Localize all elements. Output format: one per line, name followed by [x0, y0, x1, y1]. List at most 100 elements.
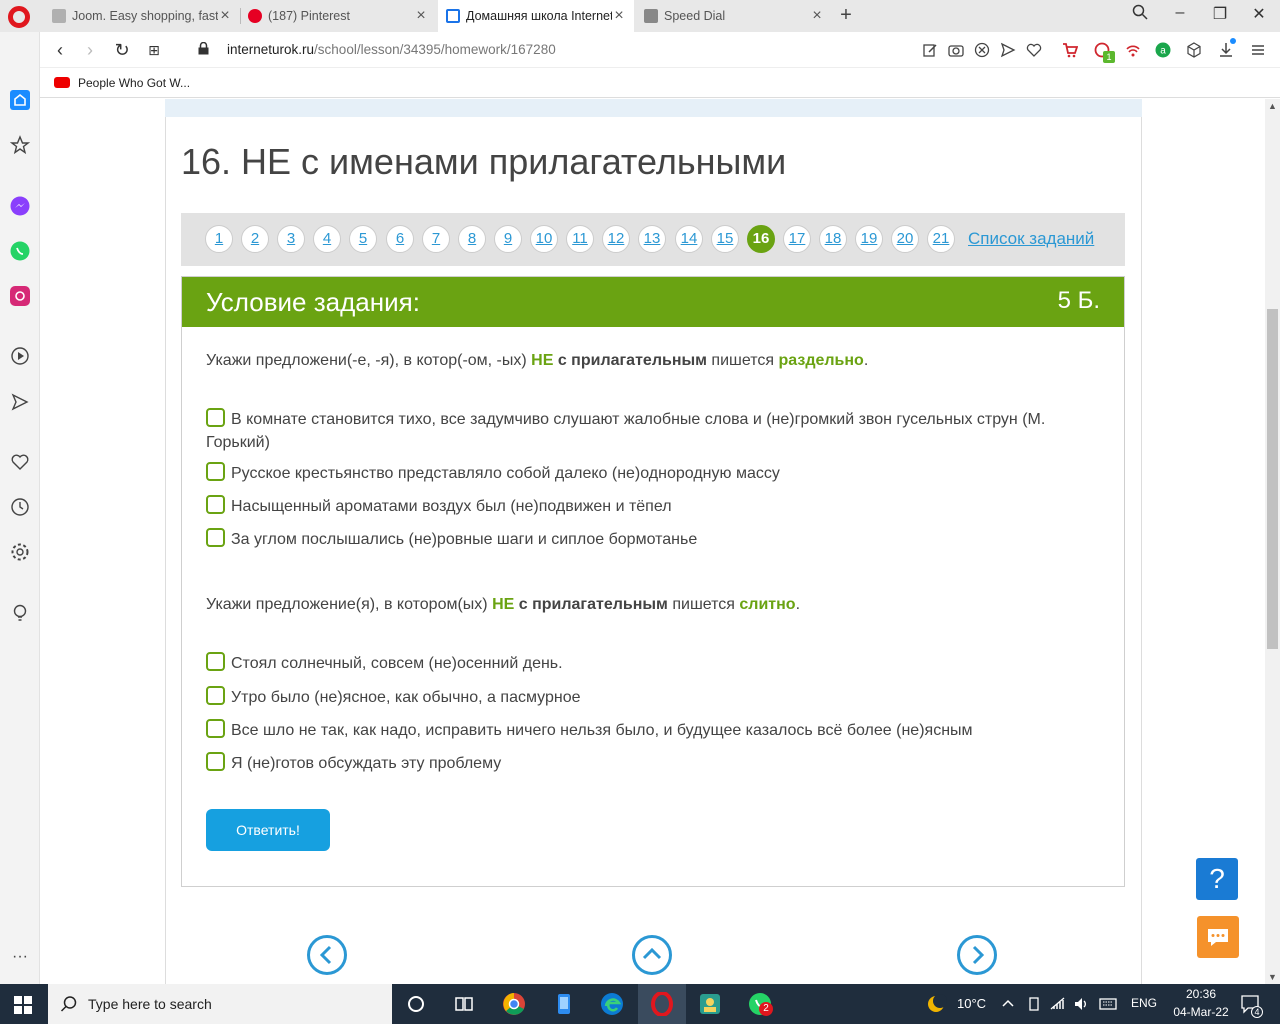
back-icon[interactable]: ‹: [50, 40, 70, 60]
opera-logo-icon[interactable]: [8, 6, 30, 28]
checkbox[interactable]: [206, 462, 225, 481]
history-icon[interactable]: [10, 497, 30, 517]
adblock-icon[interactable]: [974, 42, 990, 58]
tab-joom[interactable]: Joom. Easy shopping, fast a ×: [44, 0, 240, 32]
page-link[interactable]: 2: [241, 225, 269, 253]
close-tab-icon[interactable]: ×: [810, 7, 824, 25]
instagram-icon[interactable]: [10, 286, 30, 306]
chat-button[interactable]: [1197, 916, 1239, 958]
scroll-thumb[interactable]: [1267, 309, 1278, 649]
network-icon[interactable]: [1050, 996, 1066, 1012]
bookmark-item[interactable]: People Who Got W...: [78, 76, 190, 90]
page-link[interactable]: 11: [566, 225, 594, 253]
more-icon[interactable]: ···: [10, 949, 30, 972]
chrome-icon[interactable]: [502, 992, 526, 1016]
lock-icon[interactable]: [198, 42, 209, 55]
page-link[interactable]: 9: [494, 225, 522, 253]
chevron-up-icon[interactable]: [1000, 996, 1016, 1012]
prev-lesson-icon[interactable]: [307, 935, 347, 975]
page-link[interactable]: 18: [819, 225, 847, 253]
task-view-icon[interactable]: [452, 992, 476, 1016]
weather-temperature[interactable]: 10°C: [957, 996, 986, 1011]
heart-icon[interactable]: [10, 452, 30, 472]
edit-icon[interactable]: [922, 42, 938, 58]
q1-option-1[interactable]: В комнате становится тихо, все задумчиво…: [206, 408, 1106, 454]
whatsapp-icon[interactable]: [10, 241, 30, 261]
close-tab-icon[interactable]: ×: [612, 7, 626, 25]
page-link[interactable]: 3: [277, 225, 305, 253]
windows-start-icon[interactable]: [14, 996, 32, 1014]
page-link[interactable]: 1: [205, 225, 233, 253]
search-tabs-icon[interactable]: [1125, 4, 1155, 26]
checkbox[interactable]: [206, 408, 225, 427]
q1-option-4[interactable]: За углом послышались (не)ровные шаги и с…: [206, 528, 1106, 551]
help-button[interactable]: ?: [1196, 858, 1238, 900]
language-indicator[interactable]: ENG: [1131, 996, 1157, 1010]
next-lesson-icon[interactable]: [957, 935, 997, 975]
camera-icon[interactable]: [948, 42, 964, 58]
page-link[interactable]: 14: [675, 225, 703, 253]
page-link[interactable]: 15: [711, 225, 739, 253]
weather-moon-icon[interactable]: [925, 992, 949, 1016]
page-link[interactable]: 12: [602, 225, 630, 253]
scroll-top-icon[interactable]: [632, 935, 672, 975]
clock-date[interactable]: 04-Mar-22: [1172, 1005, 1230, 1019]
heart-icon[interactable]: [1026, 42, 1042, 58]
lightbulb-icon[interactable]: [10, 603, 30, 623]
clock-time[interactable]: 20:36: [1176, 987, 1226, 1001]
close-tab-icon[interactable]: ×: [414, 7, 428, 25]
page-link[interactable]: 8: [458, 225, 486, 253]
download-icon[interactable]: [1218, 42, 1234, 58]
page-link[interactable]: 4: [313, 225, 341, 253]
close-tab-icon[interactable]: ×: [218, 7, 232, 25]
page-link[interactable]: 13: [638, 225, 666, 253]
page-link[interactable]: 7: [422, 225, 450, 253]
file-manager-icon[interactable]: [552, 992, 576, 1016]
page-link[interactable]: 5: [349, 225, 377, 253]
minimize-button[interactable]: –: [1165, 4, 1195, 26]
page-link[interactable]: 17: [783, 225, 811, 253]
send-arrow-icon[interactable]: [10, 392, 30, 412]
checkbox[interactable]: [206, 495, 225, 514]
submit-answer-button[interactable]: Ответить!: [206, 809, 330, 851]
page-link[interactable]: 6: [386, 225, 414, 253]
forward-icon[interactable]: ›: [80, 40, 100, 60]
scroll-down-icon[interactable]: ▼: [1268, 972, 1277, 982]
page-link[interactable]: 19: [855, 225, 883, 253]
home-icon[interactable]: [10, 90, 30, 110]
checkbox[interactable]: [206, 528, 225, 547]
settings-gear-icon[interactable]: [10, 542, 30, 562]
volume-icon[interactable]: [1073, 996, 1089, 1012]
tab-interneturok[interactable]: Домашняя школа Internet ×: [438, 0, 634, 32]
player-icon[interactable]: [10, 346, 30, 366]
page-link-current[interactable]: 16: [747, 225, 775, 253]
shopping-cart-icon[interactable]: [1062, 42, 1078, 58]
q2-option-4[interactable]: Я (не)готов обсуждать эту проблему: [206, 752, 1106, 775]
wifi-extension-icon[interactable]: [1125, 42, 1141, 58]
keyboard-icon[interactable]: [1099, 996, 1117, 1012]
scroll-up-icon[interactable]: ▲: [1268, 101, 1277, 111]
q2-option-1[interactable]: Стоял солнечный, совсем (не)осенний день…: [206, 652, 1106, 675]
star-icon[interactable]: [10, 135, 30, 155]
close-window-button[interactable]: ✕: [1244, 4, 1274, 26]
send-icon[interactable]: [1000, 42, 1016, 58]
q2-option-3[interactable]: Все шло не так, как надо, исправить ниче…: [206, 719, 1106, 742]
checkbox[interactable]: [206, 752, 225, 771]
easy-setup-icon[interactable]: [1250, 42, 1266, 58]
url-field[interactable]: interneturok.ru/school/lesson/34395/home…: [227, 42, 556, 57]
checkbox[interactable]: [206, 686, 225, 705]
task-list-link[interactable]: Список заданий: [968, 229, 1094, 249]
tab-speed-dial[interactable]: Speed Dial ×: [636, 0, 832, 32]
reload-icon[interactable]: ↻: [112, 40, 132, 60]
opera-taskbar-icon[interactable]: [650, 992, 674, 1016]
page-scrollbar[interactable]: ▲ ▼: [1265, 99, 1280, 984]
app-icon[interactable]: [698, 992, 722, 1016]
new-tab-button[interactable]: +: [836, 4, 856, 27]
q1-option-3[interactable]: Насыщенный ароматами воздух был (не)подв…: [206, 495, 1106, 518]
restore-button[interactable]: ❐: [1205, 4, 1235, 26]
amazon-extension-icon[interactable]: a: [1155, 42, 1171, 58]
tabs-grid-icon[interactable]: ⊞: [144, 40, 164, 60]
checkbox[interactable]: [206, 719, 225, 738]
messenger-icon[interactable]: [10, 196, 30, 216]
device-icon[interactable]: [1026, 996, 1042, 1012]
